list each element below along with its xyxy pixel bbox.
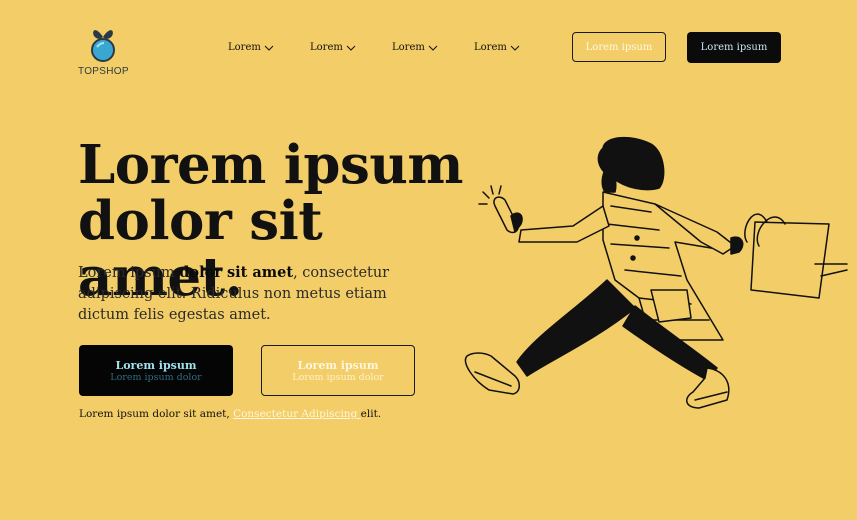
nav-item-1[interactable]: Lorem	[228, 42, 310, 53]
nav-item-4[interactable]: Lorem	[474, 42, 556, 53]
primary-cta-title: Lorem ipsum	[115, 358, 197, 372]
brand-name: TOPSHOP	[78, 66, 129, 77]
nav-item-label: Lorem	[228, 42, 261, 53]
secondary-cta-title: Lorem ipsum	[297, 358, 379, 372]
primary-cta-button[interactable]: Lorem ipsum Lorem ipsum dolor	[79, 345, 233, 396]
secondary-cta-button[interactable]: Lorem ipsum Lorem ipsum dolor	[261, 345, 415, 396]
footnote-pre: Lorem ipsum dolor sit amet,	[79, 408, 234, 420]
footnote-link[interactable]: Consectetur Adipiscing	[233, 408, 361, 420]
chevron-down-icon	[510, 45, 520, 51]
fruit-logo-icon	[91, 30, 115, 62]
hero-description: Lorem ipsum dolor sit amet, consectetur …	[78, 262, 428, 326]
hero-title-line-1: Lorem ipsum	[78, 134, 463, 196]
secondary-cta-subtitle: Lorem ipsum dolor	[292, 371, 384, 383]
chevron-down-icon	[428, 45, 438, 51]
nav-item-2[interactable]: Lorem	[310, 42, 392, 53]
nav-item-label: Lorem	[474, 42, 507, 53]
header-outline-button[interactable]: Lorem ipsum	[572, 32, 666, 62]
nav-item-3[interactable]: Lorem	[392, 42, 474, 53]
nav-item-label: Lorem	[392, 42, 425, 53]
footnote-post: elit.	[360, 408, 382, 420]
hero-footnote: Lorem ipsum dolor sit amet, Consectetur …	[79, 408, 381, 420]
main-nav: Lorem Lorem Lorem Lorem	[228, 42, 556, 53]
nav-item-label: Lorem	[310, 42, 343, 53]
chevron-down-icon	[346, 45, 356, 51]
hero-desc-bold: dolor sit amet	[179, 264, 294, 281]
header-dark-button[interactable]: Lorem ipsum	[687, 32, 781, 63]
brand-logo[interactable]: TOPSHOP	[78, 24, 130, 77]
running-shopper-illustration	[464, 136, 848, 409]
primary-cta-subtitle: Lorem ipsum dolor	[110, 371, 202, 383]
hero-desc-pre: Lorem ipsum	[78, 265, 180, 281]
chevron-down-icon	[264, 45, 274, 51]
